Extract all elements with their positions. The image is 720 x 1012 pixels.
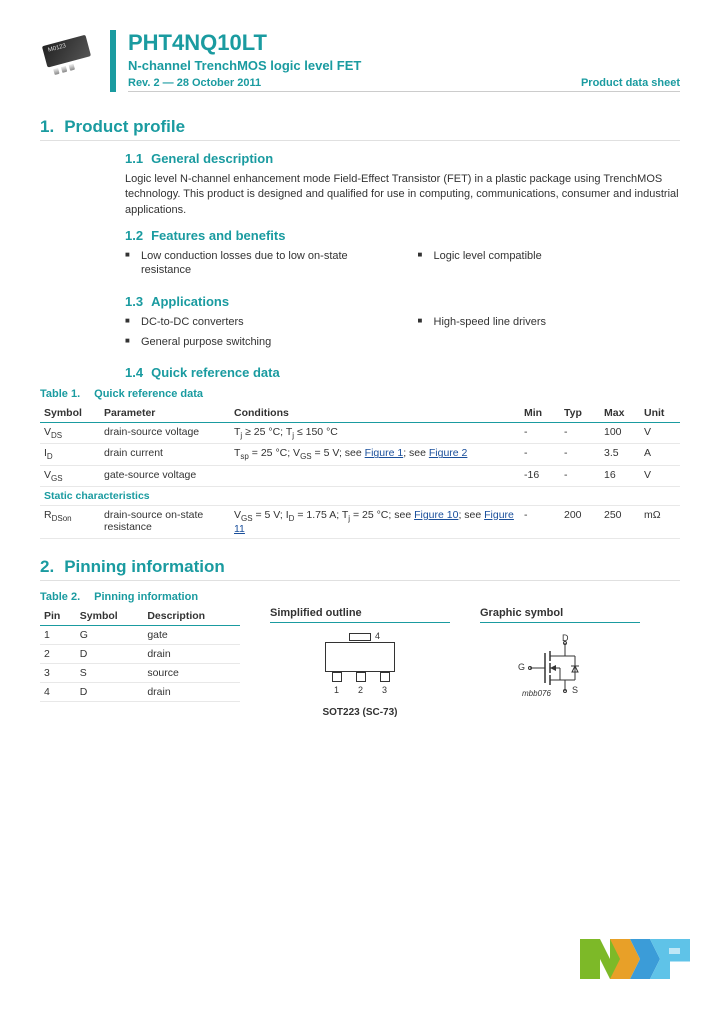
th-typ: Typ — [560, 404, 600, 423]
table-2-caption: Table 2.Pinning information — [40, 591, 680, 603]
nxp-logo — [575, 934, 695, 987]
package-outline: 4 1 2 3 SOT223 (SC-73) — [320, 633, 400, 718]
table-1-caption: Table 1.Quick reference data — [40, 388, 680, 400]
table-row: ID drain current Tsp = 25 °C; VGS = 5 V;… — [40, 444, 680, 465]
th-min: Min — [520, 404, 560, 423]
application-item: DC-to-DC converters — [125, 315, 388, 329]
section-1-2-heading: 1.2Features and benefits — [125, 228, 680, 243]
application-item: General purpose switching — [125, 335, 388, 349]
table-row: 2Ddrain — [40, 644, 240, 663]
th-outline: Simplified outline — [270, 607, 450, 623]
section-1-3-heading: 1.3Applications — [125, 294, 680, 309]
th-max: Max — [600, 404, 640, 423]
section-2-heading: 2.Pinning information — [40, 557, 680, 581]
general-description-text: Logic level N-channel enhancement mode F… — [125, 172, 680, 218]
terminal-label: G — [518, 662, 525, 672]
table-row: 4Ddrain — [40, 682, 240, 701]
feature-item: Low conduction losses due to low on-stat… — [125, 249, 388, 278]
document-header: M0123 PHT4NQ10LT N-channel TrenchMOS log… — [40, 30, 680, 92]
application-item: High-speed line drivers — [418, 315, 681, 329]
section-1-heading: 1.Product profile — [40, 117, 680, 141]
figure-link[interactable]: Figure 2 — [429, 447, 468, 459]
figure-link[interactable]: Figure 10 — [414, 509, 458, 521]
package-name: SOT223 (SC-73) — [320, 707, 400, 718]
th-pin: Pin — [40, 607, 76, 626]
th-symbol: Symbol — [76, 607, 144, 626]
table-section-header: Static characteristics — [40, 486, 680, 505]
table-row: 1Ggate — [40, 625, 240, 644]
section-1-4-heading: 1.4Quick reference data — [125, 365, 680, 380]
terminal-label: S — [572, 685, 578, 695]
symbol-ref: mbb076 — [522, 689, 551, 698]
revision: Rev. 2 — 28 October 2011 — [128, 77, 261, 89]
terminal-label: D — [562, 633, 569, 643]
table-row: VDS drain-source voltage Tj ≥ 25 °C; Tj … — [40, 423, 680, 444]
pin-label: 2 — [358, 685, 363, 695]
pinning-table: Pin Symbol Description 1Ggate 2Ddrain 3S… — [40, 607, 240, 702]
th-graphic: Graphic symbol — [480, 607, 640, 623]
th-description: Description — [143, 607, 240, 626]
mosfet-symbol: D G S mbb076 — [510, 633, 610, 703]
section-1-1-heading: 1.1General description — [125, 151, 680, 166]
subtitle: N-channel TrenchMOS logic level FET — [128, 58, 680, 73]
feature-item: Logic level compatible — [418, 249, 681, 263]
table-row: RDSon drain-source on-state resistance V… — [40, 505, 680, 538]
table-row: VGS gate-source voltage -16-16V — [40, 465, 680, 486]
th-conditions: Conditions — [230, 404, 520, 423]
pin-label: 3 — [382, 685, 387, 695]
table-row: 3Ssource — [40, 663, 240, 682]
th-symbol: Symbol — [40, 404, 100, 423]
quick-reference-table: Symbol Parameter Conditions Min Typ Max … — [40, 404, 680, 538]
pin-label: 1 — [334, 685, 339, 695]
figure-link[interactable]: Figure 1 — [365, 447, 404, 459]
part-number: PHT4NQ10LT — [128, 30, 680, 56]
doc-type: Product data sheet — [581, 77, 680, 89]
th-unit: Unit — [640, 404, 680, 423]
th-parameter: Parameter — [100, 404, 230, 423]
chip-image: M0123 — [36, 29, 99, 82]
pin-label: 4 — [375, 631, 380, 641]
